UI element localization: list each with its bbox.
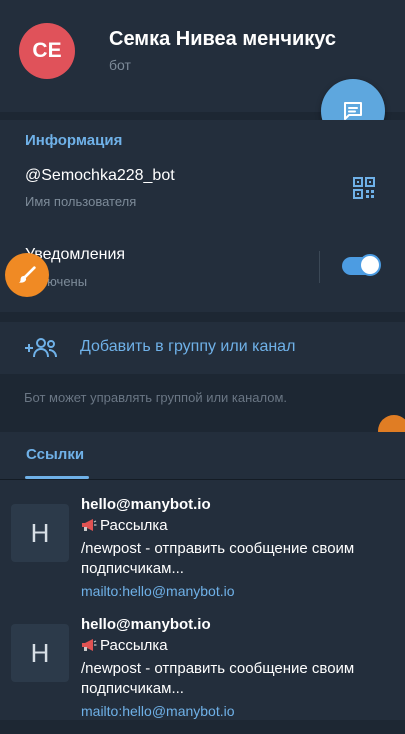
link-url[interactable]: mailto:hello@manybot.io <box>81 703 235 719</box>
username-caption: Имя пользователя <box>25 194 137 209</box>
megaphone-icon <box>82 519 97 531</box>
link-description-line: Рассылка <box>81 637 168 654</box>
link-description-line: Рассылка <box>81 517 168 534</box>
bot-name: Семка Нивеа менчикус <box>109 28 337 50</box>
tab-links[interactable]: Ссылки <box>26 446 84 463</box>
link-line-2: /newpost - отправить сообщение своим <box>81 660 355 677</box>
username[interactable]: @Semochka228_bot <box>25 167 175 185</box>
notifications-toggle[interactable] <box>342 254 381 276</box>
add-to-group-label: Добавить в группу или канал <box>80 338 296 355</box>
link-line-3: подписчикам... <box>81 680 184 697</box>
link-thumbnail: H <box>11 504 69 562</box>
link-line-1: Рассылка <box>100 517 168 534</box>
tabs-divider <box>0 479 405 480</box>
qr-code-button[interactable] <box>352 176 376 205</box>
megaphone-icon <box>82 639 97 651</box>
link-line-2: /newpost - отправить сообщение своим <box>81 540 355 557</box>
avatar[interactable]: CE <box>19 23 75 79</box>
brush-overlay-button[interactable] <box>5 253 49 297</box>
bot-status: бот <box>109 57 131 73</box>
add-to-group-hint: Бот может управлять группой или каналом. <box>24 390 288 405</box>
link-line-3: подписчикам... <box>81 560 184 577</box>
link-thumbnail: H <box>11 624 69 682</box>
paintbrush-icon <box>18 266 36 283</box>
link-item[interactable]: H hello@manybot.io Рассылка /newpost - о… <box>0 614 405 734</box>
toggle-knob <box>359 254 381 276</box>
link-line-1: Рассылка <box>100 637 168 654</box>
link-title: hello@manybot.io <box>81 616 211 633</box>
info-section-title: Информация <box>25 132 123 149</box>
link-title: hello@manybot.io <box>81 496 211 513</box>
info-section: Информация @Semochka228_bot Имя пользова… <box>0 120 405 312</box>
add-user-icon <box>25 338 57 358</box>
qr-code-icon <box>353 177 375 199</box>
notifications-divider <box>319 251 320 283</box>
add-to-group-button[interactable]: Добавить в группу или канал <box>0 322 405 374</box>
link-item[interactable]: H hello@manybot.io Рассылка /newpost - о… <box>0 494 405 614</box>
link-url[interactable]: mailto:hello@manybot.io <box>81 583 235 599</box>
